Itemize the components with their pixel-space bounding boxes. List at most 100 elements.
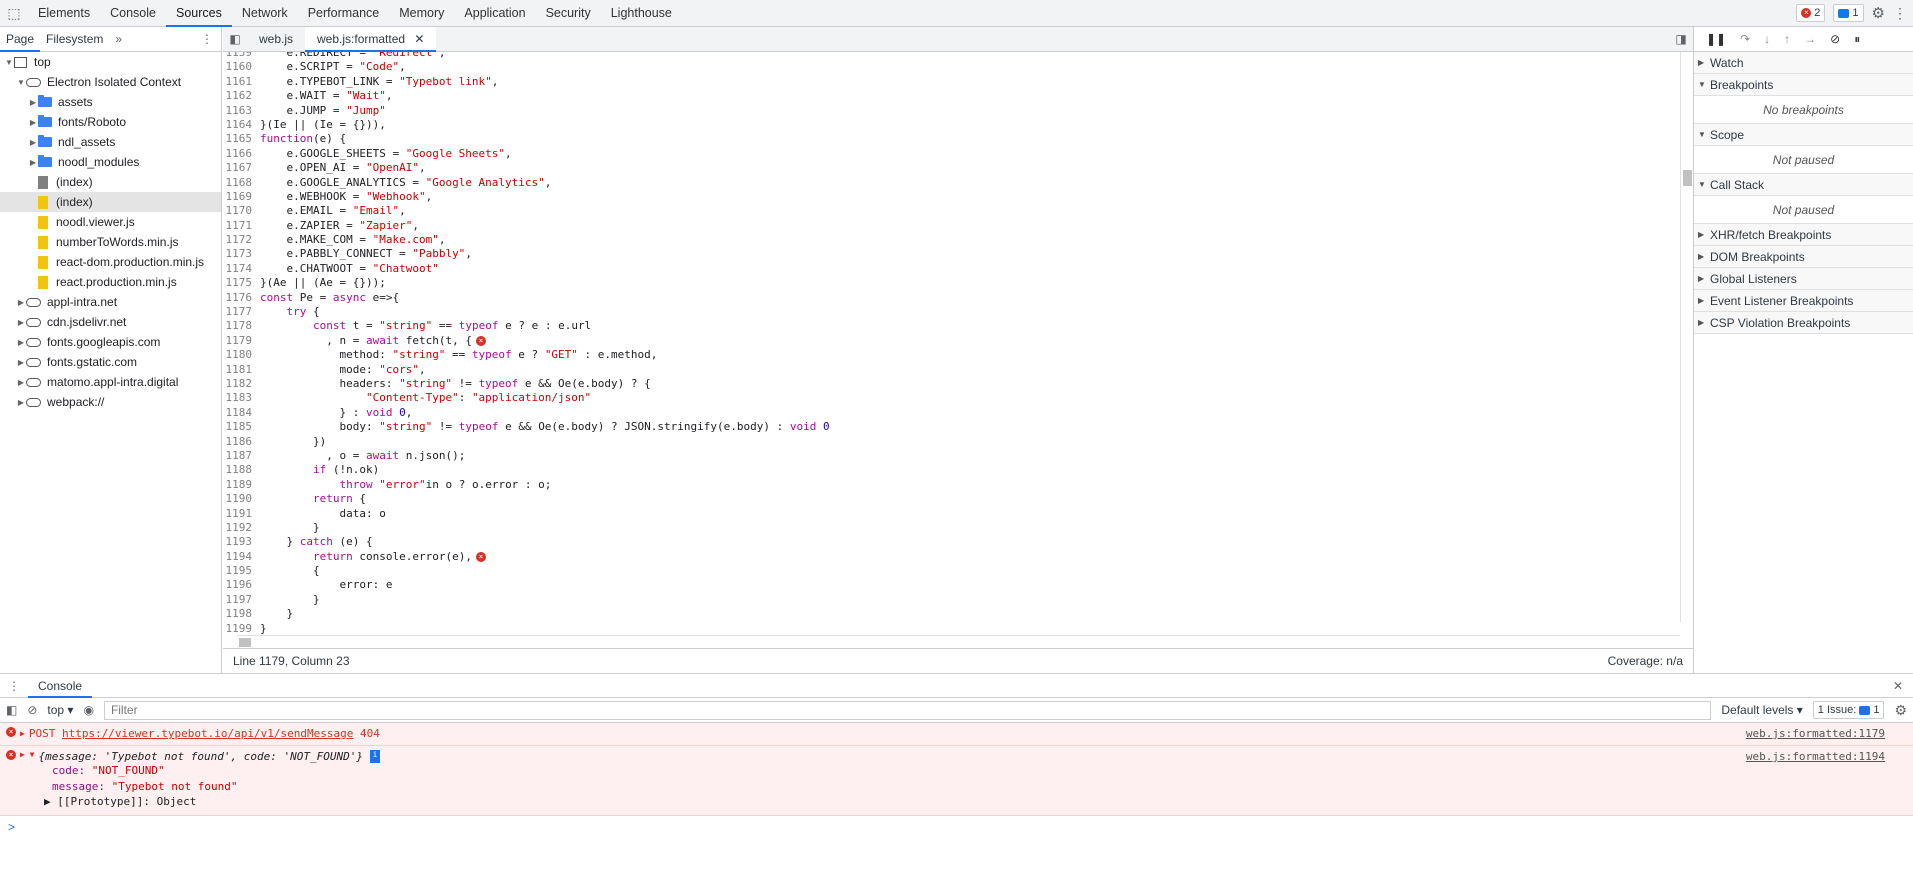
code-line[interactable]: 1199}	[223, 622, 1680, 635]
pause-on-exceptions-icon[interactable]: ⏸	[1854, 32, 1860, 47]
code-line[interactable]: 1187 , o = await n.json();	[223, 449, 1680, 463]
code-line[interactable]: 1189 throw "error"in o ? o.error : o;	[223, 478, 1680, 492]
code-line[interactable]: 1175}(Ae || (Ae = {}));	[223, 276, 1680, 290]
line-number[interactable]: 1159	[223, 52, 260, 60]
navigator-menu-icon[interactable]: ⋮	[195, 32, 221, 46]
line-number[interactable]: 1186	[223, 435, 260, 449]
line-number[interactable]: 1165	[223, 132, 260, 146]
expand-arrow-icon[interactable]: ▼	[4, 58, 14, 67]
expand-arrow-icon[interactable]: ▶	[1698, 274, 1710, 283]
code-line[interactable]: 1183 "Content-Type": "application/json"	[223, 391, 1680, 405]
tree-item[interactable]: ▶ appl-intra.net	[0, 292, 221, 312]
line-number[interactable]: 1168	[223, 176, 260, 190]
tab-filesystem[interactable]: Filesystem	[40, 32, 109, 46]
expand-arrow-icon[interactable]: ▶ ▼	[20, 750, 34, 763]
error-count-badge[interactable]: × 2	[1796, 4, 1826, 22]
tree-item[interactable]: (index)	[0, 192, 221, 212]
line-number[interactable]: 1174	[223, 262, 260, 276]
line-number[interactable]: 1160	[223, 60, 260, 74]
expand-arrow-icon[interactable]: ▶	[20, 723, 25, 745]
line-number[interactable]: 1161	[223, 75, 260, 89]
line-number[interactable]: 1170	[223, 204, 260, 218]
step-icon[interactable]: →	[1804, 32, 1816, 46]
line-number[interactable]: 1197	[223, 593, 260, 607]
tree-item[interactable]: ▼ top	[0, 52, 221, 72]
prototype-row[interactable]: ▶ [[Prototype]]: Object	[20, 795, 1913, 809]
more-tabs-icon[interactable]: »	[109, 32, 128, 46]
code-line[interactable]: 1160 e.SCRIPT = "Code",	[223, 60, 1680, 74]
section-scope[interactable]: ▼ Scope	[1694, 124, 1913, 146]
tree-item[interactable]: numberToWords.min.js	[0, 232, 221, 252]
code-line[interactable]: 1171 e.ZAPIER = "Zapier",	[223, 219, 1680, 233]
tree-item[interactable]: noodl.viewer.js	[0, 212, 221, 232]
code-line[interactable]: 1172 e.MAKE_COM = "Make.com",	[223, 233, 1680, 247]
drawer-tab-console[interactable]: Console	[28, 673, 93, 698]
code-line[interactable]: 1168 e.GOOGLE_ANALYTICS = "Google Analyt…	[223, 176, 1680, 190]
code-line[interactable]: 1165 function(e) {	[223, 132, 1680, 146]
expand-arrow-icon[interactable]: ▶	[28, 118, 38, 127]
line-number[interactable]: 1178	[223, 319, 260, 333]
expand-arrow-icon[interactable]: ▶	[16, 318, 26, 327]
code-line[interactable]: 1184 } : void 0,	[223, 406, 1680, 420]
code-line[interactable]: 1191 data: o	[223, 507, 1680, 521]
line-number[interactable]: 1182	[223, 377, 260, 391]
tree-item[interactable]: ▶ assets	[0, 92, 221, 112]
line-number[interactable]: 1193	[223, 535, 260, 549]
expand-arrow-icon[interactable]: ▶	[16, 378, 26, 387]
tab-page[interactable]: Page	[0, 27, 41, 52]
error-icon[interactable]: ×	[475, 551, 486, 562]
expand-arrow-icon[interactable]: ▶	[16, 358, 26, 367]
settings-gear-icon[interactable]: ⚙	[1872, 4, 1885, 22]
line-number[interactable]: 1187	[223, 449, 260, 463]
code-line[interactable]: 1194 return console.error(e), ×	[223, 550, 1680, 564]
line-number[interactable]: 1190	[223, 492, 260, 506]
line-number[interactable]: 1163	[223, 104, 260, 118]
expand-arrow-icon[interactable]: ▼	[1698, 80, 1710, 89]
tree-item[interactable]: ▶ matomo.appl-intra.digital	[0, 372, 221, 392]
tree-item[interactable]: ▼ Electron Isolated Context	[0, 72, 221, 92]
line-number[interactable]: 1179	[223, 334, 260, 348]
line-number[interactable]: 1188	[223, 463, 260, 477]
code-line[interactable]: 1182 headers: "string" != typeof e && Oe…	[223, 377, 1680, 391]
code-line[interactable]: 1164}(Ie || (Ie = {})),	[223, 118, 1680, 132]
scrollbar-thumb[interactable]	[239, 638, 251, 647]
section-event-listener-breakpoints[interactable]: ▶ Event Listener Breakpoints	[1694, 290, 1913, 312]
section-csp-violation-breakpoints[interactable]: ▶ CSP Violation Breakpoints	[1694, 312, 1913, 334]
code-line[interactable]: 1180 method: "string" == typeof e ? "GET…	[223, 348, 1680, 362]
expand-arrow-icon[interactable]: ▶	[1698, 230, 1710, 239]
expand-arrow-icon[interactable]: ▶	[28, 98, 38, 107]
tab-lighthouse[interactable]: Lighthouse	[601, 0, 682, 27]
expand-arrow-icon[interactable]: ▶	[1698, 318, 1710, 327]
editor-tab-webjs-formatted[interactable]: web.js:formatted ✕	[305, 26, 437, 52]
close-tab-icon[interactable]: ✕	[414, 32, 424, 46]
close-drawer-icon[interactable]: ✕	[1893, 679, 1913, 693]
line-number[interactable]: 1189	[223, 478, 260, 492]
expand-arrow-icon[interactable]: ▶	[28, 158, 38, 167]
code-line[interactable]: 1177 try {	[223, 305, 1680, 319]
code-line[interactable]: 1186 })	[223, 435, 1680, 449]
line-number[interactable]: 1181	[223, 363, 260, 377]
expand-arrow-icon[interactable]: ▶	[1698, 58, 1710, 67]
code-line[interactable]: 1192 }	[223, 521, 1680, 535]
line-number[interactable]: 1198	[223, 607, 260, 621]
vertical-scrollbar[interactable]	[1680, 52, 1693, 622]
code-line[interactable]: 1195 {	[223, 564, 1680, 578]
tree-item[interactable]: react-dom.production.min.js	[0, 252, 221, 272]
code-line[interactable]: 1170 e.EMAIL = "Email",	[223, 204, 1680, 218]
code-line[interactable]: 1163 e.JUMP = "Jump"	[223, 104, 1680, 118]
expand-arrow-icon[interactable]: ▶	[16, 298, 26, 307]
step-over-icon[interactable]: ↷	[1740, 32, 1750, 46]
deactivate-breakpoints-icon[interactable]: ⊘	[1830, 32, 1840, 46]
source-link[interactable]: web.js:formatted:1179	[1746, 723, 1913, 745]
code-line[interactable]: 1185 body: "string" != typeof e && Oe(e.…	[223, 420, 1680, 434]
tree-item[interactable]: ▶ fonts.googleapis.com	[0, 332, 221, 352]
code-line[interactable]: 1193 } catch (e) {	[223, 535, 1680, 549]
line-number[interactable]: 1164	[223, 118, 260, 132]
inspect-element-icon[interactable]: ⬚	[0, 0, 28, 27]
toggle-debugger-icon[interactable]: ◨	[1669, 32, 1693, 46]
issues-count-badge[interactable]: 1	[1833, 4, 1864, 22]
issues-button[interactable]: 1 Issue: 1	[1812, 701, 1885, 719]
line-number[interactable]: 1183	[223, 391, 260, 405]
line-number[interactable]: 1194	[223, 550, 260, 564]
step-into-icon[interactable]: ↓	[1764, 32, 1770, 46]
